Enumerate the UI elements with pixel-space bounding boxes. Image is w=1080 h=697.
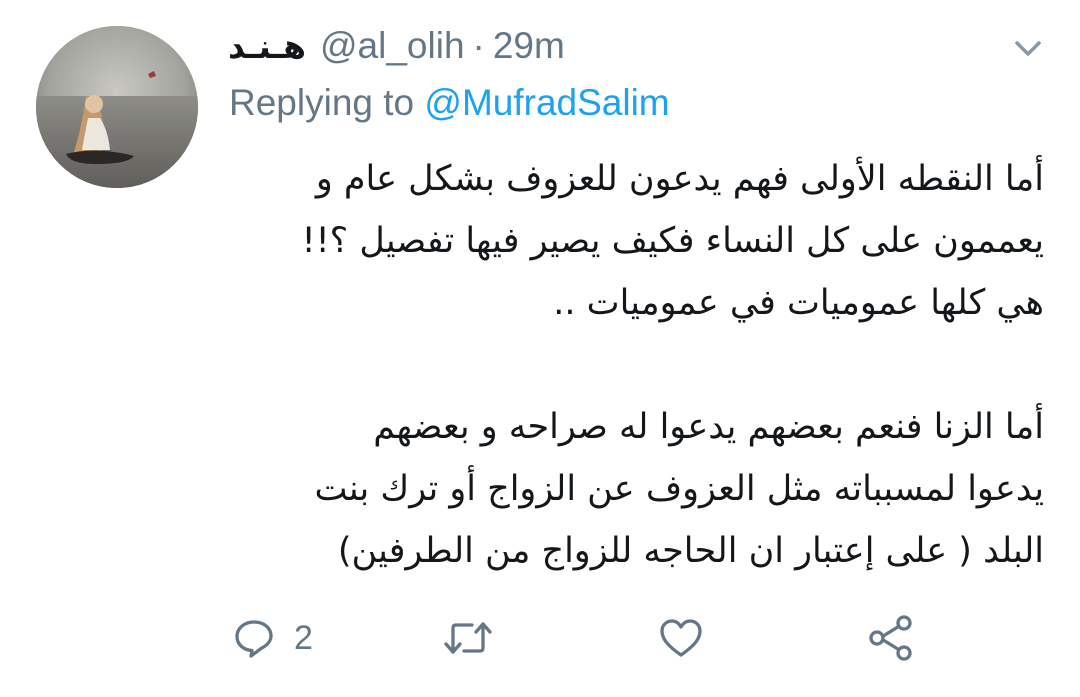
share-icon xyxy=(869,615,912,661)
replying-to-link[interactable]: @MufradSalim xyxy=(424,82,669,123)
share-button[interactable] xyxy=(866,610,916,666)
tweet-actions: 2 xyxy=(0,610,1080,666)
reply-icon xyxy=(235,620,273,658)
reply-count: 2 xyxy=(294,618,313,657)
tweet-line: البلد ( على إعتبار ان الحاجه للزواج من ا… xyxy=(337,531,1044,571)
tweet-line: أما النقطه الأولى فهم يدعون للعزوف بشكل … xyxy=(315,159,1044,199)
replying-prefix: Replying to xyxy=(229,82,415,123)
reply-button[interactable]: 2 xyxy=(232,610,313,666)
tweet-line: هي كلها عموميات في عموميات .. xyxy=(553,283,1044,323)
tweet-line: يعممون على كل النساء فكيف يصير فيها تفصي… xyxy=(301,221,1044,261)
tweet-line: يدعوا لمسبباته مثل العزوف عن الزواج أو ت… xyxy=(314,469,1044,509)
like-button[interactable] xyxy=(658,610,704,666)
display-name[interactable]: هـنـد xyxy=(228,27,306,66)
replying-to: Replying to @MufradSalim xyxy=(229,82,670,124)
paragraph-break xyxy=(226,334,1044,396)
tweet-time[interactable]: 29m xyxy=(493,25,565,67)
user-handle[interactable]: @al_olih xyxy=(320,25,465,67)
retweet-icon xyxy=(444,622,492,654)
separator-dot: · xyxy=(472,25,485,66)
avatar-image xyxy=(36,26,198,188)
retweet-button[interactable] xyxy=(442,610,494,666)
tweet-line: أما الزنا فنعم بعضهم يدعوا له صراحه و بع… xyxy=(373,407,1044,447)
like-icon xyxy=(660,619,702,657)
tweet-header: هـنـد @al_olih · 29m xyxy=(228,24,565,68)
avatar[interactable] xyxy=(36,26,198,188)
tweet-text: أما النقطه الأولى فهم يدعون للعزوف بشكل … xyxy=(226,148,1044,582)
chevron-down-icon[interactable] xyxy=(1008,32,1048,64)
